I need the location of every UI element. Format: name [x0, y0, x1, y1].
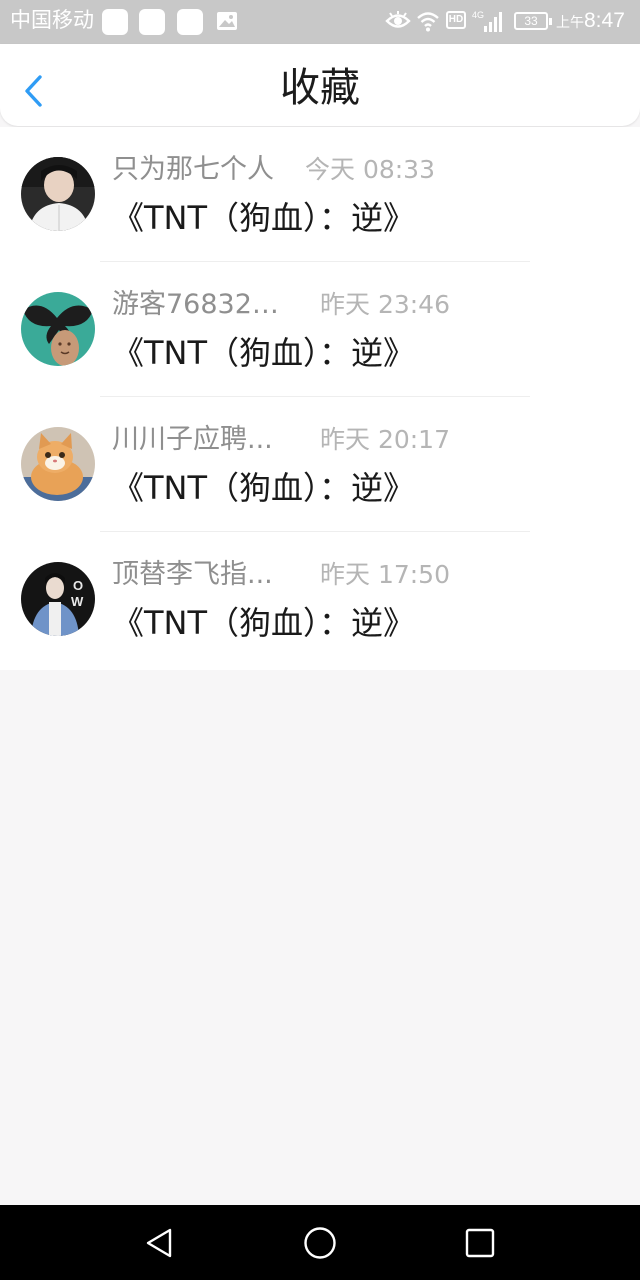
user-name: 游客768321...: [112, 289, 292, 320]
square-recent-icon[interactable]: [462, 1225, 498, 1261]
avatar: O W: [21, 562, 95, 636]
story-title: 《TNT（狗血）：逆》: [112, 334, 416, 372]
svg-text:4G: 4G: [472, 10, 484, 20]
avatar: [21, 427, 95, 501]
user-name: 川川子应聘...: [112, 424, 273, 455]
wifi-icon: [417, 12, 439, 32]
list-item[interactable]: 游客768321... 昨天 23:46 《TNT（狗血）：逆》: [0, 262, 640, 397]
clock-time: 8:47: [584, 9, 625, 32]
page-title: 收藏: [280, 65, 360, 111]
clock-ampm: 上午: [556, 14, 584, 30]
signal-4g-icon: 4G: [472, 10, 502, 32]
avatar: [21, 292, 95, 366]
story-title: 《TNT（狗血）：逆》: [112, 469, 416, 507]
favorite-time: 昨天 23:46: [320, 290, 450, 319]
eye-comfort-icon: [385, 11, 411, 28]
image-notification-icon: [217, 12, 237, 30]
user-name: 只为那七个人: [112, 154, 274, 185]
story-title: 《TNT（狗血）：逆》: [112, 604, 416, 642]
list-item[interactable]: 只为那七个人 今天 08:33 《TNT（狗血）：逆》: [0, 127, 640, 262]
triangle-back-icon[interactable]: [142, 1225, 178, 1261]
favorite-time: 昨天 20:17: [320, 425, 450, 454]
list-item[interactable]: O W 顶替李飞指... 昨天 17:50 《TNT（狗血）：逆》: [0, 532, 640, 667]
avatar: [21, 157, 95, 231]
svg-text:W: W: [71, 594, 84, 609]
hd-voice-icon: HD: [446, 11, 466, 29]
status-bar: 中国移动 HD 4G 33 上午8:47: [0, 0, 640, 44]
clock: 上午8:47: [556, 8, 625, 35]
nav-bar: 收藏: [0, 44, 640, 126]
circle-home-icon[interactable]: [302, 1225, 338, 1261]
carrier-label: 中国移动: [10, 9, 94, 32]
notification-app-icon: [177, 9, 203, 35]
user-name: 顶替李飞指...: [112, 559, 273, 590]
notification-app-icon: [139, 9, 165, 35]
story-title: 《TNT（狗血）：逆》: [112, 199, 416, 237]
battery-icon: 33: [514, 12, 552, 30]
favorite-time: 今天 08:33: [305, 155, 435, 184]
favorites-list: 只为那七个人 今天 08:33 《TNT（狗血）：逆》 游客768321... …: [0, 127, 640, 670]
list-item[interactable]: 川川子应聘... 昨天 20:17 《TNT（狗血）：逆》: [0, 397, 640, 532]
svg-text:O: O: [73, 578, 83, 593]
notification-app-icon: [102, 9, 128, 35]
favorite-time: 昨天 17:50: [320, 560, 450, 589]
system-nav-bar: [0, 1205, 640, 1280]
